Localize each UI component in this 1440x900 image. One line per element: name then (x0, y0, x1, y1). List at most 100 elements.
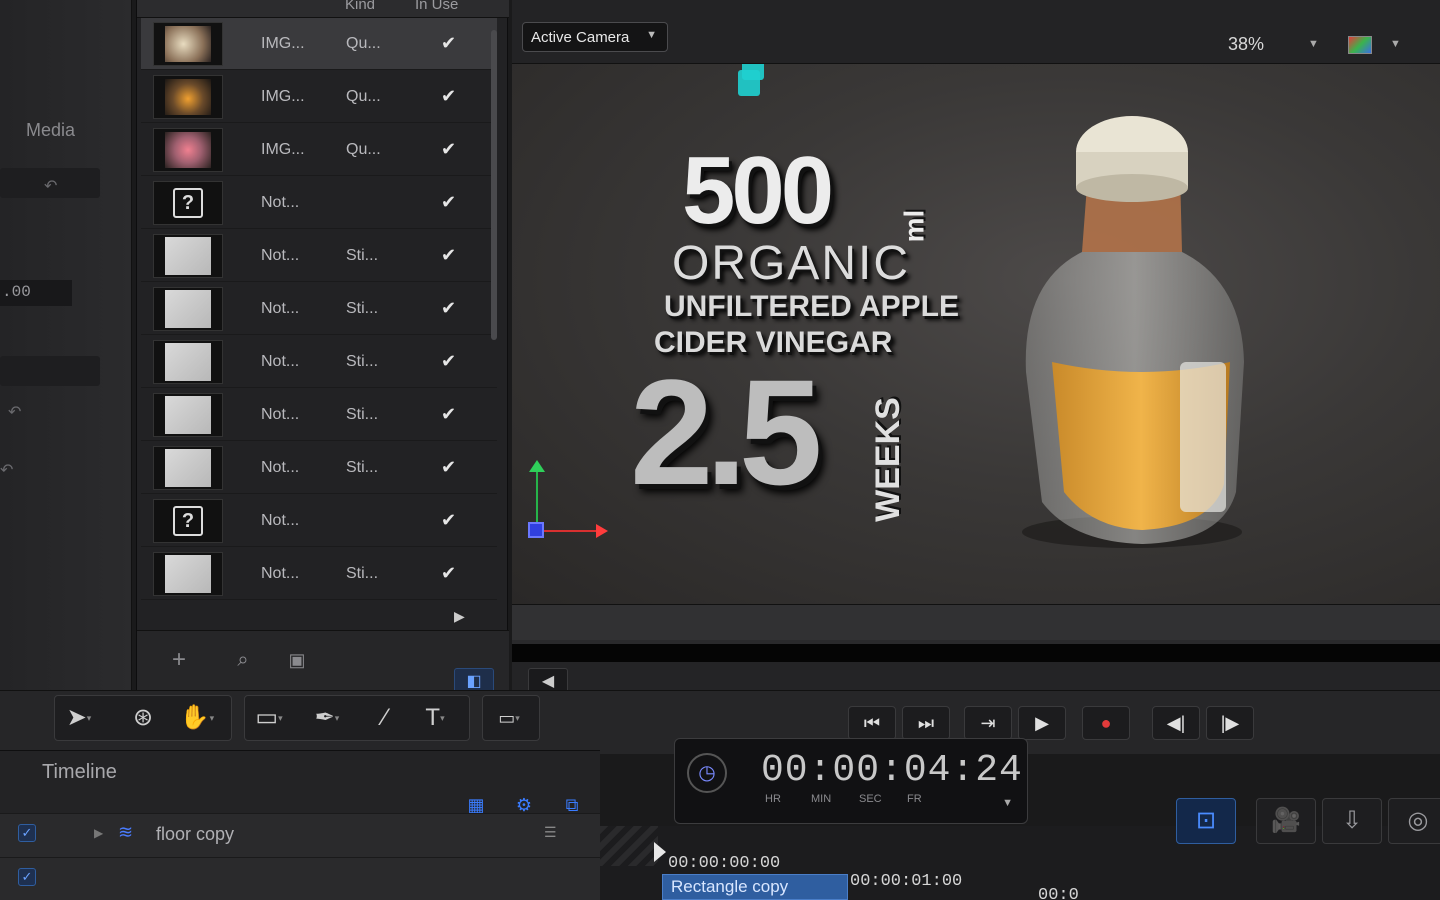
import-icon[interactable]: ▣ (277, 643, 317, 677)
drawing-tools: ▭▾ ✒▾ ⁄ T▾ (244, 695, 470, 741)
list-header: Kind In Use (137, 0, 509, 18)
list-item[interactable]: IMG... Qu... ✔ (141, 18, 497, 70)
unit-min: MIN (811, 793, 832, 805)
parameter-value[interactable]: .00 (0, 280, 72, 306)
step-back-icon[interactable]: ◀| (1152, 706, 1200, 740)
mini-timeline-track[interactable] (512, 644, 1440, 662)
column-kind[interactable]: Kind (345, 0, 375, 13)
list-item[interactable]: Not... Sti... ✔ (141, 230, 497, 282)
compressor-icon[interactable]: ◎ (1388, 798, 1440, 844)
play-range-start-icon[interactable]: ⇥ (964, 706, 1012, 740)
title-duration[interactable]: 2.5 (630, 346, 823, 519)
timeline-clip[interactable]: Rectangle copy (662, 874, 848, 900)
title-number[interactable]: 500 (682, 136, 834, 246)
canvas-stage[interactable]: 500 ml ORGANIC UNFILTERED APPLE CIDER VI… (512, 64, 1440, 604)
thumbnail (153, 392, 223, 437)
thumbnail (153, 339, 223, 384)
layer-enable-checkbox[interactable]: ✓ (18, 824, 36, 842)
title-unfiltered[interactable]: UNFILTERED APPLE (664, 290, 959, 324)
photo-thumbnail (165, 131, 211, 168)
title-organic[interactable]: ORGANIC (672, 236, 910, 291)
reset-icon[interactable]: ↶ (44, 176, 57, 196)
canvas-view-icon[interactable]: ⊡ (1176, 798, 1236, 844)
bezier-pen-icon[interactable]: ✒▾ (307, 700, 347, 736)
item-name: Not... (261, 352, 300, 370)
item-kind: Sti... (346, 299, 379, 317)
still-image-thumbnail (165, 342, 211, 381)
disclosure-triangle-icon[interactable]: ▶ (94, 826, 103, 840)
chevron-down-icon[interactable]: ▼ (1308, 38, 1319, 50)
search-icon[interactable]: ⌕ (223, 643, 263, 677)
item-kind: Qu... (346, 140, 381, 158)
mask-icon[interactable]: ▭▾ (489, 700, 529, 736)
gizmo-z-handle[interactable] (528, 522, 544, 538)
rectangle-icon[interactable]: ▭▾ (249, 700, 289, 736)
list-item[interactable]: Not... Sti... ✔ (141, 336, 497, 388)
parameter-row[interactable] (0, 356, 100, 386)
select-arrow-icon[interactable]: ➤▾ (59, 700, 99, 736)
light-marker[interactable] (738, 70, 760, 96)
chevron-down-icon[interactable]: ▼ (1002, 797, 1013, 809)
inspector-panel: Media ↶ .00 ↶ ↶ (0, 0, 132, 690)
share-icon[interactable]: ⇩ (1322, 798, 1382, 844)
camera-select-label: Active Camera (531, 29, 630, 46)
plus-icon[interactable]: + (159, 643, 199, 677)
reset-icon[interactable]: ↶ (8, 402, 21, 422)
list-item[interactable]: Not... Sti... ✔ (141, 283, 497, 335)
media-tab[interactable]: Media (26, 120, 75, 141)
list-scrollbar[interactable] (491, 30, 497, 340)
ruler-2s: 00:0 (1038, 886, 1079, 900)
layer-name[interactable]: floor copy (156, 824, 234, 845)
zoom-level[interactable]: 38% (1228, 34, 1264, 55)
gizmo-y-axis[interactable] (536, 470, 538, 524)
list-item[interactable]: Not... Sti... ✔ (141, 548, 497, 600)
item-kind: Sti... (346, 564, 379, 582)
item-kind: Sti... (346, 246, 379, 264)
missing-media-icon: ? (173, 505, 203, 536)
hand-icon[interactable]: ✋▾ (177, 700, 217, 736)
timecode-display[interactable]: ◷ 00:00:04:24 HR MIN SEC FR ▼ (674, 738, 1028, 824)
camera-icon[interactable]: 🎥 (1256, 798, 1316, 844)
camera-select[interactable]: Active Camera ▼ (522, 22, 668, 52)
gizmo-x-axis[interactable] (536, 530, 600, 532)
in-use-checkmark-icon: ✔ (441, 457, 457, 477)
thumbnail (153, 74, 223, 119)
go-to-start-icon[interactable]: ⏮ (848, 706, 896, 740)
mini-playhead-icon[interactable]: ▶ (454, 608, 465, 625)
color-channels-icon[interactable] (1348, 36, 1372, 54)
step-forward-icon[interactable]: |▶ (1206, 706, 1254, 740)
text-icon[interactable]: T▾ (415, 700, 455, 736)
unit-hr: HR (765, 793, 781, 805)
title-duration-unit[interactable]: WEEKS (869, 397, 908, 522)
thumbnail (153, 233, 223, 278)
list-item[interactable]: ? Not... ✔ (141, 495, 497, 547)
list-item[interactable]: IMG... Qu... ✔ (141, 124, 497, 176)
mini-timeline[interactable] (512, 604, 1440, 640)
in-use-checkmark-icon: ✔ (441, 351, 457, 371)
record-icon[interactable]: ● (1082, 706, 1130, 740)
item-name: Not... (261, 299, 300, 317)
still-image-thumbnail (165, 236, 211, 275)
go-to-end-icon[interactable]: ⏭ (902, 706, 950, 740)
list-item[interactable]: Not... Sti... ✔ (141, 389, 497, 441)
layer-enable-checkbox[interactable]: ✓ (18, 868, 36, 886)
layer-row[interactable]: ✓ (0, 857, 600, 900)
layer-row[interactable]: ✓ ▶ ≋ floor copy ☰ (0, 813, 600, 857)
3d-transform-icon[interactable]: ⊛ (123, 700, 163, 736)
list-item[interactable]: ? Not... ✔ (141, 177, 497, 229)
gizmo-y-handle[interactable] (529, 460, 545, 472)
column-in-use[interactable]: In Use (415, 0, 458, 13)
group-icon: ≋ (118, 822, 134, 842)
playhead[interactable] (654, 842, 666, 862)
list-item[interactable]: Not... Sti... ✔ (141, 442, 497, 494)
chevron-down-icon[interactable]: ▼ (1390, 38, 1401, 50)
layer-options-icon[interactable]: ☰ (544, 824, 557, 841)
bottle-image[interactable] (1012, 112, 1252, 552)
list-item[interactable]: IMG... Qu... ✔ (141, 71, 497, 123)
play-icon[interactable]: ▶ (1018, 706, 1066, 740)
thumbnail: ? (153, 180, 223, 225)
timeline-title[interactable]: Timeline (42, 761, 117, 784)
reset-icon[interactable]: ↶ (0, 460, 13, 480)
paint-brush-icon[interactable]: ⁄ (365, 700, 405, 736)
gizmo-x-handle[interactable] (596, 524, 608, 538)
